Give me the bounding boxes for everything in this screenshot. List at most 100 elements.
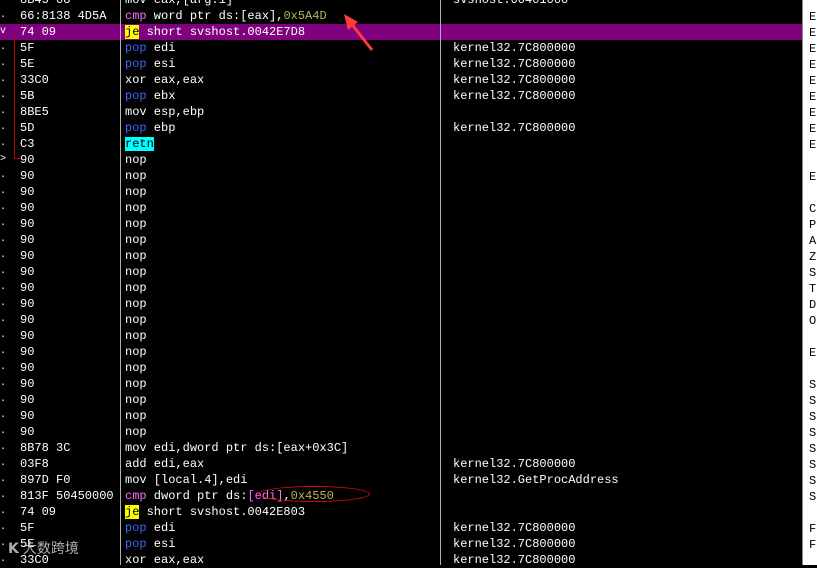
asm-instruction: nop <box>125 296 435 312</box>
asm-token: pop <box>125 89 147 103</box>
asm-token: nop <box>125 361 147 375</box>
column-divider-hex[interactable] <box>120 0 121 565</box>
hex-bytes: 74 09 <box>20 505 57 519</box>
asm-token: pop <box>125 121 147 135</box>
asm-token: nop <box>125 233 147 247</box>
asm-token: word ptr ds:[eax], <box>146 9 284 23</box>
row-marker: . <box>0 298 7 309</box>
hex-bytes: 897D F0 <box>20 473 71 487</box>
asm-instruction: nop <box>125 392 435 408</box>
asm-instruction: nop <box>125 248 435 264</box>
register-flag-label: E <box>809 58 817 72</box>
asm-token: nop <box>125 297 147 311</box>
register-flag-label: E <box>809 170 817 184</box>
asm-token: nop <box>125 217 147 231</box>
hex-bytes: 5F <box>20 41 35 55</box>
register-flag-label: F <box>809 538 817 552</box>
asm-instruction: mov edi,dword ptr ds:[eax+0x3C] <box>125 440 435 456</box>
asm-instruction: mov eax,[arg.1] <box>125 0 435 8</box>
hex-bytes: 90 <box>20 169 35 183</box>
asm-token: pop <box>125 521 147 535</box>
row-marker: . <box>0 314 7 325</box>
asm-token: nop <box>125 169 147 183</box>
asm-instruction: mov [local.4],edi <box>125 472 435 488</box>
asm-token: 0x5A4D <box>283 9 327 23</box>
asm-instruction: nop <box>125 328 435 344</box>
comment: kernel32.7C800000 <box>453 89 576 103</box>
hex-bytes: 90 <box>20 361 35 375</box>
register-flag-label: Z <box>809 250 817 264</box>
asm-token: nop <box>125 249 147 263</box>
asm-instruction: nop <box>125 344 435 360</box>
asm-instruction: pop esi <box>125 56 435 72</box>
asm-instruction: nop <box>125 360 435 376</box>
asm-instruction: cmp word ptr ds:[eax],0x5A4D <box>125 8 435 24</box>
asm-instruction: add edi,eax <box>125 456 435 472</box>
asm-token: nop <box>125 265 147 279</box>
hex-bytes: 5B <box>20 89 35 103</box>
asm-token: nop <box>125 377 147 391</box>
asm-token: xor <box>125 73 147 87</box>
watermark-logo: K <box>8 541 19 557</box>
asm-token: nop <box>125 393 147 407</box>
asm-token: mov <box>125 473 147 487</box>
asm-token: pop <box>125 537 147 551</box>
watermark: K 大数跨境 <box>8 538 79 558</box>
row-marker: . <box>0 186 7 197</box>
hex-bytes: 90 <box>20 297 35 311</box>
jump-path-line <box>14 33 15 159</box>
register-flag-label: E <box>809 138 817 152</box>
asm-instruction: nop <box>125 264 435 280</box>
hex-bytes: 90 <box>20 217 35 231</box>
asm-token: nop <box>125 313 147 327</box>
asm-token: cmp <box>125 9 147 23</box>
column-divider-comment[interactable] <box>440 0 441 565</box>
asm-token: je <box>125 25 140 39</box>
row-marker: . <box>0 474 7 485</box>
asm-token: ebp <box>146 121 176 135</box>
hex-bytes: 5F <box>20 521 35 535</box>
hex-bytes: 90 <box>20 329 35 343</box>
asm-token: edi <box>146 41 176 55</box>
register-flag-label: O <box>809 314 817 328</box>
asm-instruction: pop ebx <box>125 88 435 104</box>
asm-token: nop <box>125 409 147 423</box>
row-marker: . <box>0 378 7 389</box>
registers-panel: EEEEEEEEEECPAZSTDOESSSSSSSSFF <box>802 0 817 565</box>
asm-token: esi <box>146 537 176 551</box>
asm-instruction: pop edi <box>125 520 435 536</box>
hex-bytes: 813F 50450000 <box>20 489 114 503</box>
comment: kernel32.GetProcAddress <box>453 473 619 487</box>
hex-bytes: 8B45 08 <box>20 0 71 7</box>
row-marker: . <box>0 346 7 357</box>
asm-token: nop <box>125 329 147 343</box>
asm-instruction: nop <box>125 184 435 200</box>
asm-token: cmp <box>125 489 147 503</box>
asm-instruction: pop esi <box>125 536 435 552</box>
hex-bytes: 66:8138 4D5A <box>20 9 107 23</box>
red-annotation-arrow-icon <box>344 14 374 51</box>
register-flag-label: S <box>809 378 817 392</box>
asm-token: nop <box>125 345 147 359</box>
asm-token: nop <box>125 281 147 295</box>
asm-instruction: nop <box>125 408 435 424</box>
asm-token: eax,eax <box>146 73 205 87</box>
asm-instruction: nop <box>125 280 435 296</box>
row-marker: . <box>0 330 7 341</box>
asm-token: dword ptr ds: <box>146 489 248 503</box>
row-marker: . <box>0 170 7 181</box>
asm-token: esp,ebp <box>146 105 205 119</box>
asm-token: esi <box>146 57 176 71</box>
register-flag-label: P <box>809 218 817 232</box>
hex-bytes: 90 <box>20 249 35 263</box>
register-flag-label: S <box>809 442 817 456</box>
asm-token: edi,eax <box>146 457 205 471</box>
asm-token: short svshost.0042E7D8 <box>139 25 306 39</box>
asm-token: nop <box>125 201 147 215</box>
row-marker: . <box>0 362 7 373</box>
comment: kernel32.7C800000 <box>453 121 576 135</box>
hex-bytes: 90 <box>20 409 35 423</box>
hex-bytes: 90 <box>20 345 35 359</box>
row-marker: . <box>0 458 7 469</box>
asm-instruction: nop <box>125 232 435 248</box>
